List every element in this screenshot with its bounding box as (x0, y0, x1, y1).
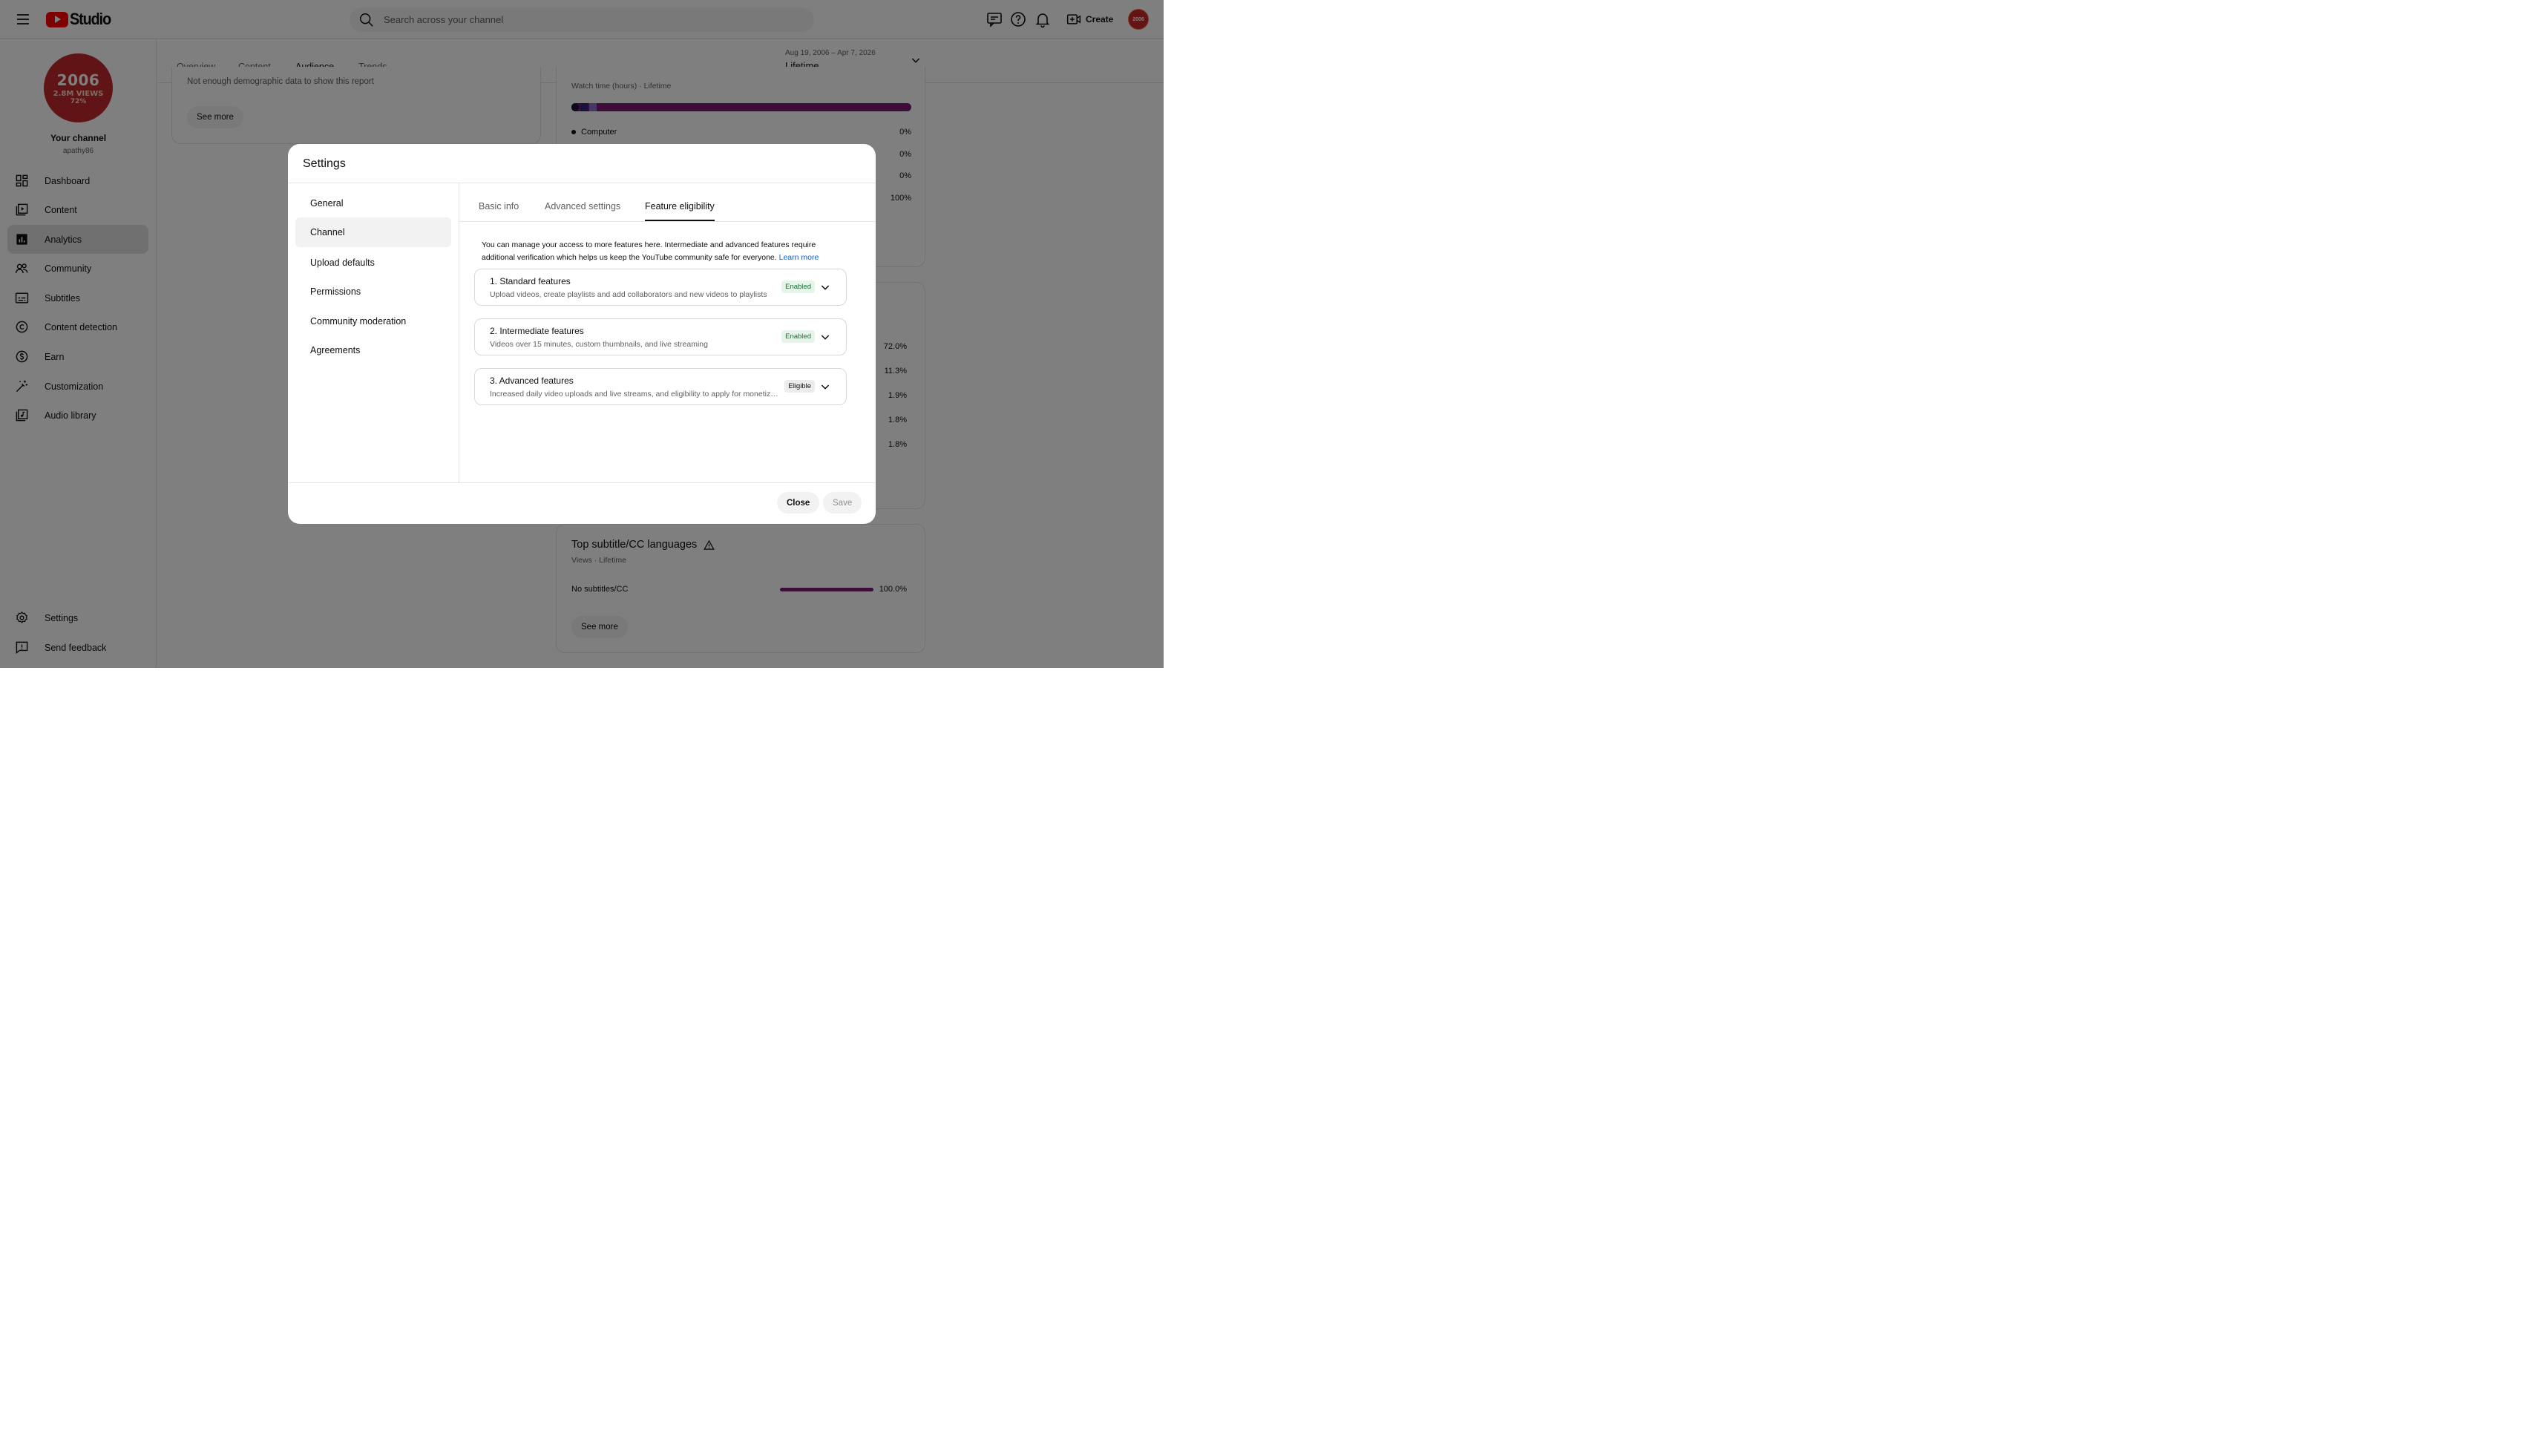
close-button[interactable]: Close (777, 492, 820, 514)
chevron-down-icon[interactable] (819, 381, 831, 393)
divider (288, 482, 876, 483)
learn-more-link[interactable]: Learn more (779, 253, 819, 262)
settings-nav-permissions[interactable]: Permissions (295, 277, 451, 306)
status-badge: Enabled (781, 281, 815, 293)
feature-title: 2. Intermediate features (490, 326, 584, 336)
feature-description: Upload videos, create playlists and add … (490, 290, 767, 299)
settings-nav-channel[interactable]: Channel (295, 217, 451, 247)
chevron-down-icon[interactable] (819, 281, 831, 293)
feature-title: 3. Advanced features (490, 376, 574, 386)
feature-card-standard[interactable]: 1. Standard features Upload videos, crea… (474, 269, 847, 306)
divider (459, 221, 876, 222)
feature-card-advanced[interactable]: 3. Advanced features Increased daily vid… (474, 368, 847, 405)
description-text: You can manage your access to more featu… (482, 240, 816, 262)
settings-dialog: Settings General Channel Upload defaults… (288, 144, 876, 524)
tab-advanced-settings[interactable]: Advanced settings (545, 201, 620, 221)
save-button[interactable]: Save (823, 492, 862, 514)
settings-nav-upload-defaults[interactable]: Upload defaults (295, 248, 451, 278)
feature-card-intermediate[interactable]: 2. Intermediate features Videos over 15 … (474, 318, 847, 355)
dialog-title: Settings (303, 157, 346, 170)
chevron-down-icon[interactable] (819, 331, 831, 343)
settings-nav-general[interactable]: General (295, 188, 451, 218)
feature-description: Videos over 15 minutes, custom thumbnail… (490, 340, 708, 349)
feature-eligibility-description: You can manage your access to more featu… (482, 239, 838, 263)
tab-basic-info[interactable]: Basic info (479, 201, 519, 221)
settings-nav-community-moderation[interactable]: Community moderation (295, 306, 451, 336)
tab-feature-eligibility[interactable]: Feature eligibility (645, 201, 715, 221)
status-badge: Enabled (781, 330, 815, 343)
feature-description: Increased daily video uploads and live s… (490, 390, 782, 399)
status-badge: Eligible (784, 380, 815, 393)
feature-title: 1. Standard features (490, 276, 571, 286)
settings-nav-agreements[interactable]: Agreements (295, 335, 451, 365)
